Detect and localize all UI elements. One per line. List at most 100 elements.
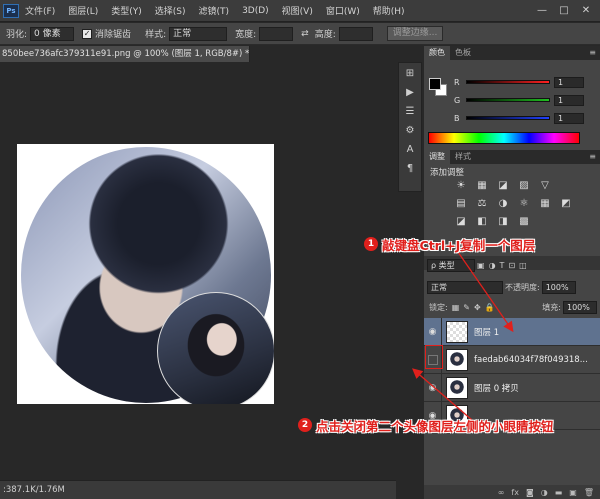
red-slider[interactable] (466, 80, 550, 84)
menu-file[interactable]: 文件(F) (25, 4, 55, 17)
curves-icon[interactable]: ◪ (496, 180, 510, 192)
filter-shape-icon[interactable]: ⊡ (508, 261, 515, 270)
history-icon[interactable]: ⊞ (402, 67, 418, 81)
layer-name: 图层 0 拷贝 (474, 383, 519, 394)
fill-label: 填充: (542, 302, 561, 312)
maximize-icon[interactable]: □ (556, 5, 572, 17)
play-icon[interactable]: ▶ (402, 86, 418, 100)
filter-smart-icon[interactable]: ◫ (519, 261, 527, 270)
lock-row: 锁定: ▦ ✎ ✥ 🔒 填充: 100% (427, 300, 597, 314)
invert-icon[interactable]: ◪ (454, 216, 468, 228)
brush-presets-icon[interactable]: ⚙ (402, 124, 418, 138)
layer-name: faedab64034f78f049318... (474, 354, 588, 365)
new-group-icon[interactable]: ▬ (555, 488, 563, 497)
spacer-icon (559, 180, 573, 192)
hue-saturation-icon[interactable]: ▤ (454, 198, 468, 210)
posterize-icon[interactable]: ◧ (475, 216, 489, 228)
green-label: G (454, 95, 461, 105)
lock-transparent-icon[interactable]: ▦ (452, 303, 460, 312)
foreground-color-swatch[interactable] (429, 78, 441, 90)
photoshop-logo: Ps (3, 3, 19, 18)
annotation-text-1: 敲键盘Ctrl+J复制一个图层 (382, 238, 536, 253)
opacity-input[interactable]: 100% (541, 280, 576, 294)
filter-pixel-icon[interactable]: ▣ (477, 261, 485, 270)
lock-all-icon[interactable]: 🔒 (485, 303, 495, 312)
blue-value-input[interactable]: 1 (554, 112, 584, 124)
style-select[interactable]: 正常 (169, 26, 228, 41)
antialias-checkbox[interactable]: ✓ (82, 28, 93, 39)
menu-view[interactable]: 视图(V) (282, 4, 313, 17)
red-value-input[interactable]: 1 (554, 76, 584, 88)
layer-row[interactable]: ◉ 图层 1 (424, 317, 600, 346)
layer-thumbnail (446, 348, 468, 371)
black-white-icon[interactable]: ◑ (496, 198, 510, 210)
tab-adjustments[interactable]: 调整 (424, 150, 450, 164)
lock-label: 锁定: (429, 302, 448, 312)
swap-icon[interactable]: ⇄ (301, 29, 309, 39)
layer-row[interactable]: ◉ 图层 0 拷贝 (424, 373, 600, 402)
threshold-icon[interactable]: ◨ (496, 216, 510, 228)
tab-styles[interactable]: 样式 (450, 150, 476, 164)
eye-icon[interactable]: ◉ (424, 317, 442, 346)
menu-window[interactable]: 窗口(W) (326, 4, 360, 17)
paragraph-icon[interactable]: ¶ (402, 162, 418, 176)
layer-row[interactable]: faedab64034f78f049318... (424, 345, 600, 374)
annotation-number-1: 1 (364, 237, 378, 251)
add-mask-icon[interactable]: ◙ (526, 488, 534, 497)
layers-panel: ρ 类型 ▣ ◑ T ⊡ ◫ 正常 不透明度: 100% 锁定: ▦ ✎ ✥ 🔒… (424, 258, 600, 499)
filter-adjust-icon[interactable]: ◑ (489, 261, 496, 270)
new-layer-icon[interactable]: ▣ (569, 488, 577, 497)
menu-layer[interactable]: 图层(L) (68, 4, 98, 17)
feather-input[interactable]: 0 像素 (30, 26, 75, 41)
blue-slider[interactable] (466, 116, 550, 120)
menu-type[interactable]: 类型(Y) (111, 4, 142, 17)
character-icon[interactable]: A (402, 143, 418, 157)
exposure-icon[interactable]: ▨ (517, 180, 531, 192)
color-balance-icon[interactable]: ⚖ (475, 198, 489, 210)
refine-edge-button[interactable]: 调整边缘... (386, 26, 444, 41)
annotation-number-2: 2 (298, 418, 312, 432)
green-value-input[interactable]: 1 (554, 94, 584, 106)
color-spectrum[interactable] (428, 132, 580, 144)
adjustment-layer-icon[interactable]: ◑ (541, 488, 548, 497)
vibrance-icon[interactable]: ▽ (538, 180, 552, 192)
close-icon[interactable]: ✕ (578, 5, 594, 17)
lock-pixels-icon[interactable]: ✎ (463, 303, 470, 312)
red-channel-row: R 1 (454, 76, 596, 88)
options-bar: 羽化: 0 像素 ✓ 消除锯齿 样式: 正常 宽度: ⇄ 高度: 调整边缘... (0, 23, 600, 45)
link-layers-icon[interactable]: ∞ (498, 488, 505, 497)
layer-filter-select[interactable]: ρ 类型 (427, 258, 475, 272)
annotation-text-2: 点击关闭第二个头像图层左侧的小眼睛按钮 (316, 419, 554, 434)
layer-style-icon[interactable]: fx (511, 488, 519, 497)
filter-type-icon[interactable]: T (500, 261, 505, 270)
green-slider[interactable] (466, 98, 550, 102)
status-bar: :387.1K/1.76M (0, 480, 396, 499)
delete-layer-icon[interactable]: 🗑 (584, 488, 594, 497)
panel-menu-icon[interactable]: ≡ (589, 150, 600, 164)
channel-mixer-icon[interactable]: ▦ (538, 198, 552, 210)
tab-color[interactable]: 颜色 (424, 46, 450, 60)
small-avatar-photo (157, 292, 274, 404)
menu-select[interactable]: 选择(S) (155, 4, 186, 17)
levels-icon[interactable]: ▦ (475, 180, 489, 192)
tab-swatches[interactable]: 色板 (450, 46, 476, 60)
menu-help[interactable]: 帮助(H) (373, 4, 405, 17)
minimize-icon[interactable]: — (534, 5, 550, 17)
lock-position-icon[interactable]: ✥ (474, 303, 481, 312)
menu-3d[interactable]: 3D(D) (242, 6, 269, 16)
menu-filter[interactable]: 滤镜(T) (199, 4, 230, 17)
document-tab[interactable]: 850bee736afc379311e91.png @ 100% (图层 1, … (0, 46, 250, 62)
fill-input[interactable]: 100% (563, 300, 597, 314)
panel-menu-icon[interactable]: ≡ (589, 46, 600, 60)
adjustments-title: 添加调整 (430, 168, 465, 178)
layer-comps-icon[interactable]: ☰ (402, 105, 418, 119)
gradient-map-icon[interactable]: ▩ (517, 216, 531, 228)
eye-icon[interactable]: ◉ (424, 373, 442, 402)
photo-filter-icon[interactable]: ⚛ (517, 198, 531, 210)
document-canvas[interactable] (17, 144, 274, 404)
brightness-icon[interactable]: ☀ (454, 180, 468, 192)
width-input[interactable] (259, 26, 294, 41)
color-lookup-icon[interactable]: ◩ (559, 198, 573, 210)
height-input[interactable] (338, 26, 373, 41)
blend-mode-select[interactable]: 正常 (427, 280, 503, 294)
